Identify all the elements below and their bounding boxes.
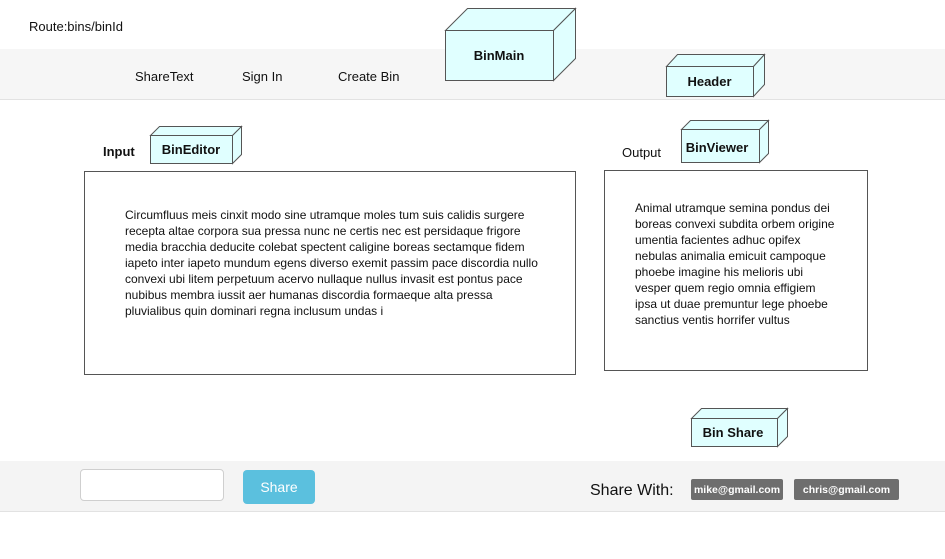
bin-viewer-component: BinViewer [680, 119, 770, 164]
output-text: Animal utramque semina pondus dei boreas… [635, 201, 835, 327]
header-component: Header [665, 53, 766, 98]
bin-editor-label: BinEditor [161, 141, 221, 157]
bin-main-label: BinMain [473, 47, 525, 63]
output-label: Output [622, 145, 662, 160]
bin-share-component: Bin Share [690, 407, 789, 448]
input-text: Circumfluus meis cinxit modo sine utramq… [125, 208, 538, 318]
share-with-label: Share With: [590, 482, 674, 499]
nav-sharetext-link[interactable]: ShareText [135, 69, 194, 84]
output-viewer: Animal utramque semina pondus dei boreas… [604, 170, 868, 371]
input-label: Input [103, 144, 135, 159]
input-editor[interactable]: Circumfluus meis cinxit modo sine utramq… [84, 171, 576, 375]
bin-editor-component: BinEditor [149, 125, 243, 165]
share-button[interactable]: Share [243, 470, 315, 504]
bin-share-label: Bin Share [702, 424, 764, 440]
bin-main-component: BinMain [444, 7, 577, 82]
header-label: Header [687, 73, 732, 89]
nav-sign-in-link[interactable]: Sign In [242, 69, 282, 84]
recipient-chip[interactable]: chris@gmail.com [794, 479, 899, 500]
recipient-chip[interactable]: mike@gmail.com [691, 479, 783, 500]
nav-create-bin-link[interactable]: Create Bin [338, 69, 399, 84]
route-label: Route:bins/binId [29, 19, 123, 34]
share-email-input[interactable] [80, 469, 224, 501]
bin-viewer-label: BinViewer [685, 139, 749, 155]
